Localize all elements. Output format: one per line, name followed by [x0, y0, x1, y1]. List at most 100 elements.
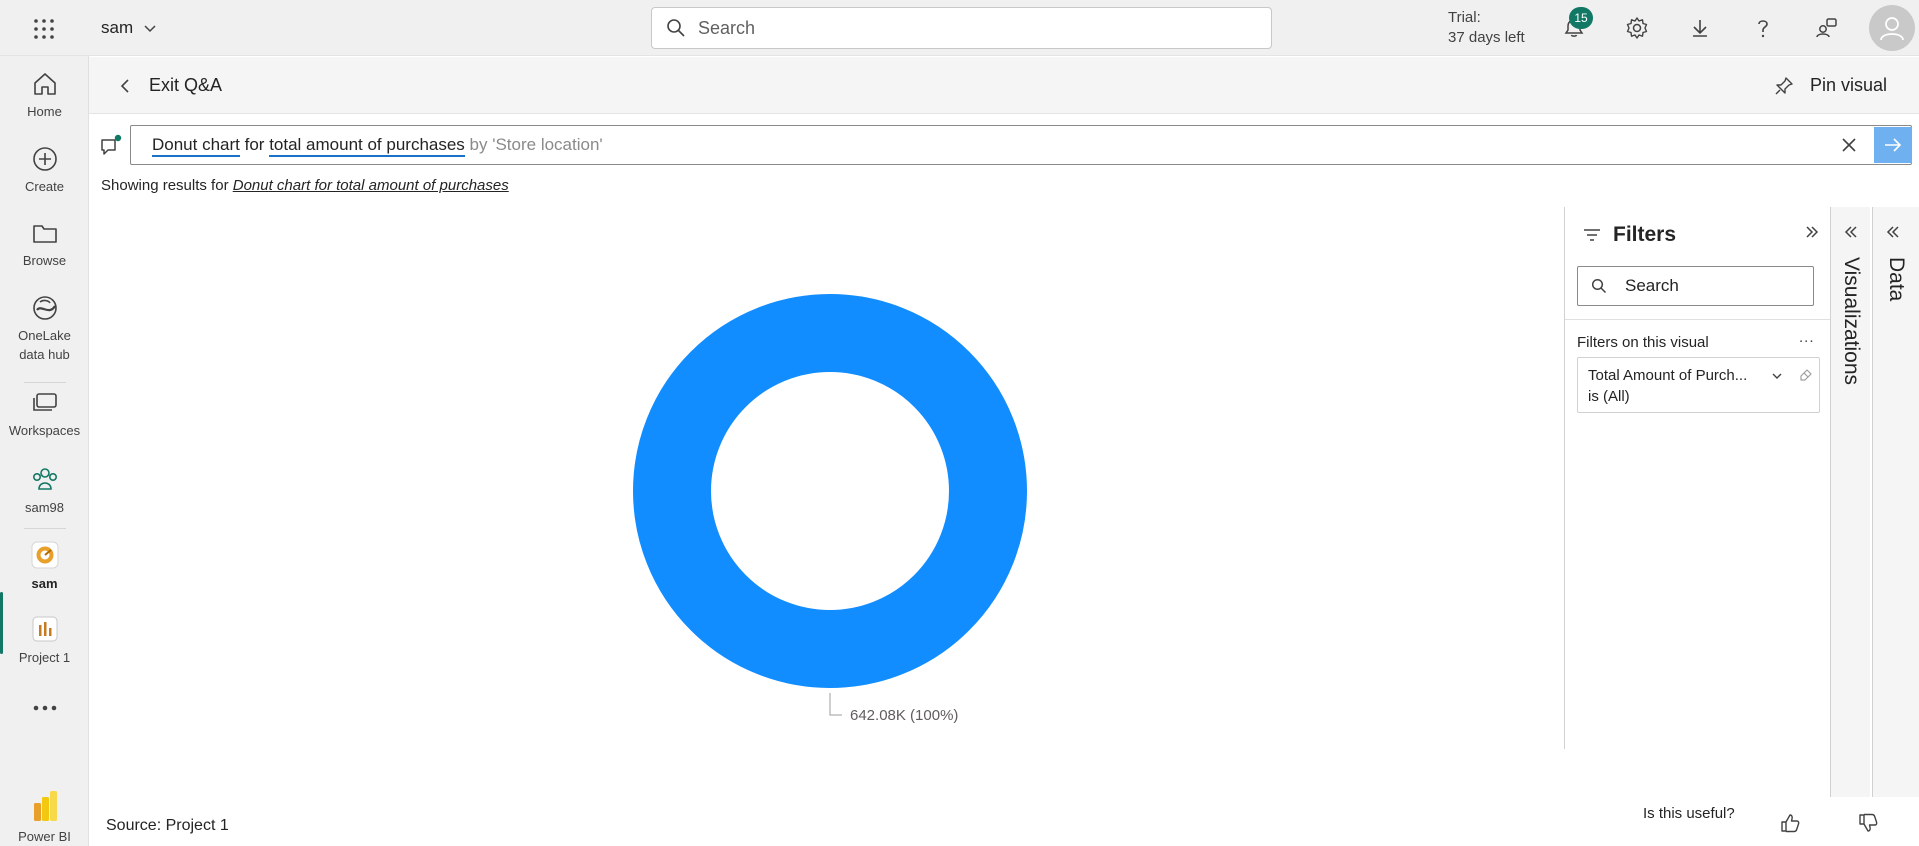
workspace-switcher[interactable]: sam: [101, 18, 157, 38]
qna-suggestion[interactable]: by 'Store location': [465, 135, 603, 154]
nav-label-onelake: OneLake data hub: [18, 328, 71, 362]
onelake-icon: [31, 294, 59, 322]
qna-chat-icon: [99, 134, 123, 158]
visualizations-pane-tab[interactable]: Visualizations: [1830, 207, 1870, 797]
plus-circle-icon: [31, 145, 59, 173]
global-search[interactable]: [651, 7, 1272, 49]
trial-status[interactable]: Trial: 37 days left: [1448, 8, 1525, 48]
pin-visual-button[interactable]: Pin visual: [1774, 75, 1887, 96]
arrow-right-icon: [1885, 138, 1902, 152]
user-avatar-icon[interactable]: [1869, 5, 1915, 51]
nav-label-create: Create: [24, 179, 65, 194]
nav-label-browse: Browse: [22, 253, 67, 268]
search-icon: [1591, 278, 1607, 294]
report-icon: [30, 614, 60, 644]
thumbs-up-icon[interactable]: [1779, 812, 1801, 834]
qna-question-text[interactable]: Donut chart for total amount of purchase…: [152, 135, 603, 157]
qna-word: for: [239, 135, 270, 154]
chevron-down-icon[interactable]: [1771, 370, 1783, 382]
chevron-left-icon: [119, 78, 131, 94]
search-icon: [666, 18, 686, 38]
people-icon: [30, 464, 60, 494]
filters-section-label: Filters on this visual: [1577, 334, 1709, 351]
showing-results-text: Showing results for Donut chart for tota…: [101, 177, 509, 194]
left-navigation: Home Create Browse OneLake data hub Work…: [0, 56, 89, 846]
filters-header: Filters: [1583, 223, 1676, 247]
pin-icon: [1774, 76, 1794, 96]
more-icon: [33, 705, 56, 711]
nav-item-create[interactable]: Create: [0, 145, 89, 196]
powerbi-logo-icon: [30, 789, 60, 823]
download-icon[interactable]: [1686, 14, 1714, 42]
thumbs-down-icon[interactable]: [1857, 812, 1879, 834]
filters-title: Filters: [1613, 223, 1677, 246]
trial-days-left: 37 days left: [1448, 29, 1525, 46]
donut-slice[interactable]: [633, 294, 1027, 688]
data-label: 642.08K (100%): [850, 707, 958, 724]
data-label-leader-line: [829, 693, 842, 716]
filter-card-field: Total Amount of Purch...: [1588, 367, 1748, 384]
double-chevron-right-icon[interactable]: [1805, 225, 1819, 239]
nav-label-sam: sam: [31, 576, 58, 591]
chevron-down-icon: [143, 21, 157, 35]
showing-results-link[interactable]: Donut chart for total amount of purchase…: [233, 177, 509, 194]
more-options-button[interactable]: [0, 703, 89, 713]
global-search-input[interactable]: [698, 17, 1271, 39]
nav-label-project-1: Project 1: [18, 650, 71, 665]
nav-label-sam98: sam98: [24, 500, 65, 515]
filters-search[interactable]: [1577, 266, 1814, 306]
nav-label-power-bi: Power BI: [18, 829, 71, 844]
nav-item-home[interactable]: Home: [0, 70, 89, 121]
workspace-name: sam: [101, 18, 134, 37]
nav-divider: [24, 528, 66, 529]
folder-icon: [31, 219, 59, 247]
visualizations-tab-label: Visualizations: [1840, 257, 1863, 386]
qna-term-visual: Donut chart: [152, 135, 240, 157]
qna-question-input[interactable]: Donut chart for total amount of purchase…: [130, 125, 1912, 165]
gear-icon[interactable]: [1623, 14, 1651, 42]
nav-item-workspaces[interactable]: Workspaces: [0, 389, 89, 440]
nav-label-workspaces: Workspaces: [8, 423, 81, 438]
filter-card[interactable]: Total Amount of Purch... is (All): [1577, 357, 1820, 413]
nav-item-power-bi[interactable]: Power BI: [0, 789, 89, 846]
source-label: Source: Project 1: [106, 817, 229, 834]
nav-item-sam98[interactable]: sam98: [0, 464, 89, 517]
submit-question-button[interactable]: [1874, 127, 1912, 163]
donut-chart[interactable]: 642.08K (100%): [620, 280, 1040, 740]
double-chevron-left-icon[interactable]: [1844, 225, 1858, 239]
filters-divider: [1565, 319, 1831, 320]
nav-item-onelake[interactable]: OneLake data hub: [0, 294, 89, 364]
qna-header: Exit Q&A Pin visual: [89, 57, 1919, 114]
notification-count-badge: 15: [1569, 7, 1593, 29]
nav-divider: [24, 382, 66, 383]
feedback-prompt: Is this useful?: [1643, 805, 1735, 822]
trial-label: Trial:: [1448, 9, 1481, 26]
qna-term-measure: total amount of purchases: [269, 135, 465, 157]
close-icon[interactable]: [1839, 135, 1859, 155]
app-launcher-icon[interactable]: [32, 17, 56, 41]
nav-label-home: Home: [27, 104, 62, 119]
filter-icon: [1583, 227, 1601, 243]
workspace-logo-icon: [30, 540, 60, 570]
share-feedback-icon[interactable]: [1812, 14, 1840, 42]
more-options-button[interactable]: ...: [1799, 329, 1815, 346]
donut-chart-svg: 642.08K (100%): [633, 294, 1027, 724]
filter-card-state: is (All): [1588, 388, 1630, 405]
eraser-icon[interactable]: [1799, 368, 1813, 382]
top-bar: sam Trial: 37 days left 15: [0, 0, 1919, 56]
exit-qna-button[interactable]: Exit Q&A: [119, 75, 222, 96]
exit-qna-label: Exit Q&A: [149, 75, 223, 95]
data-pane-tab[interactable]: Data: [1872, 207, 1919, 797]
nav-item-project-1[interactable]: Project 1: [0, 614, 89, 667]
nav-item-sam[interactable]: sam: [0, 540, 89, 593]
help-icon[interactable]: [1749, 14, 1777, 42]
workspaces-icon: [30, 389, 60, 417]
double-chevron-left-icon[interactable]: [1886, 225, 1900, 239]
data-tab-label: Data: [1885, 257, 1908, 302]
home-icon: [31, 70, 59, 98]
showing-prefix: Showing results for: [101, 177, 229, 194]
filters-pane: Filters Filters on this visual ... Total…: [1564, 207, 1831, 749]
filters-search-input[interactable]: [1625, 276, 1775, 296]
pin-visual-label: Pin visual: [1809, 75, 1887, 95]
nav-item-browse[interactable]: Browse: [0, 219, 89, 270]
